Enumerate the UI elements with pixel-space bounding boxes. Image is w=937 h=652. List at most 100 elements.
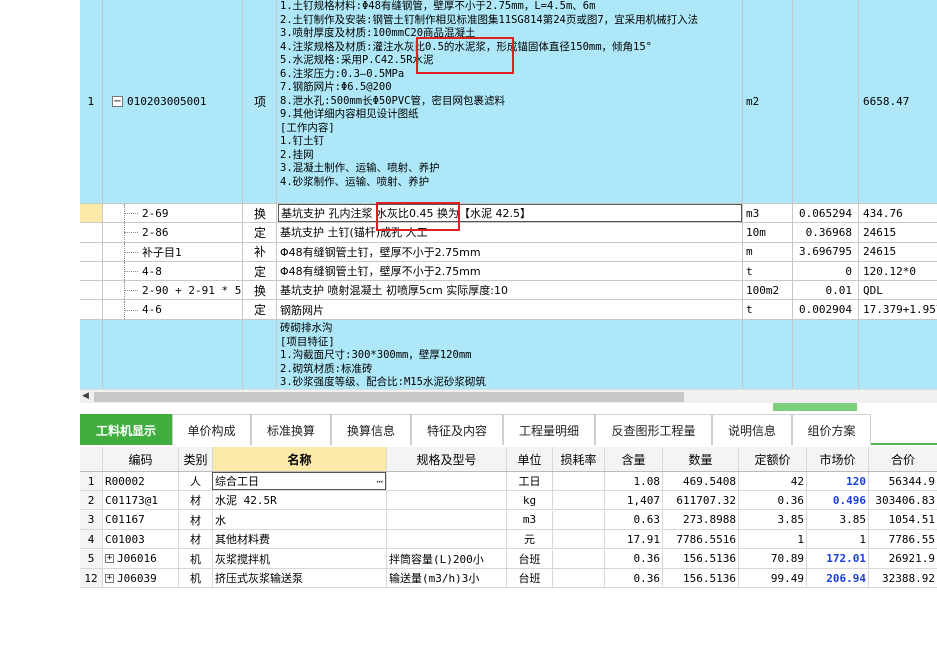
scroll-left-icon[interactable]: ◀ [82, 391, 92, 401]
upper-grid[interactable]: 1 − 010203005001 项 1.土钉规格材料:Φ48有缝钢管，壁厚不小… [80, 0, 937, 390]
table-row[interactable]: 4 C01003 材其他材料费 元 17.91 7786.5516 1 1 7786.55 [80, 530, 937, 550]
resource-code: + J06016 [102, 549, 178, 568]
resource-market-price[interactable]: 206.94 [806, 569, 868, 587]
header-name[interactable]: 名称 [212, 447, 386, 471]
table-row[interactable]: 12 + J06039 机 挤压式灰浆输送泵 输送量(m3/h)3小 台班 0.36 156.5… [80, 569, 937, 588]
horizontal-scrollbar[interactable]: ◀ [80, 389, 937, 403]
tab-standard-conversion[interactable]: 标准换算 [251, 414, 331, 445]
subitem-name[interactable]: 基坑支护 喷射混凝土 初喷厚5cm 实际厚度:10 [278, 281, 742, 299]
subitem-price: 17.379+1.957 [863, 303, 937, 317]
item-code: 010203005001 [127, 95, 207, 108]
item-type: 项 [253, 95, 266, 109]
subitem-name[interactable]: Φ48有缝钢管土钉，壁厚不小于2.75mm [278, 262, 742, 280]
resource-quantity-text: 611707.32 [676, 493, 736, 507]
subitem-row[interactable]: 补子目1 补 Φ48有缝钢管土钉，壁厚不小于2.75mm m 3.696795 24615 [80, 242, 937, 262]
subitem-name[interactable]: 基坑支护 孔内注浆 水灰比0.45 换为【水泥 42.5】 [278, 204, 742, 223]
subitem-quantity: 0.002904 [799, 303, 852, 317]
row-selector[interactable] [80, 204, 102, 223]
subitem-row[interactable]: 2-90 + 2-91 * 5 换基坑支护 喷射混凝土 初喷厚5cm 实际厚度:1… [80, 281, 937, 301]
tab-unit-price-composition[interactable]: 单价构成 [172, 414, 251, 445]
resource-loss-rate [552, 491, 604, 510]
table-row[interactable]: 1 R00002 人 综合工日 ⋯ 工日 1.08 469.5408 42 120 56344.9 [80, 472, 937, 491]
resource-base-price-text: 42 [790, 474, 804, 488]
resource-category-text: 人 [190, 475, 201, 488]
subitem-row[interactable]: 2-69 换基坑支护 孔内注浆 水灰比0.45 换为【水泥 42.5】 m3 0.06… [80, 204, 937, 224]
tab-conversion-info[interactable]: 换算信息 [331, 414, 411, 445]
tab-pricing-scheme[interactable]: 组价方案 [792, 414, 871, 445]
item-description-2[interactable]: 砖砌排水沟 [项目特征] 1.沟截面尺寸:300*300mm，壁厚120mm 2.砌筑… [278, 322, 743, 390]
resource-name[interactable]: 水 [212, 510, 386, 529]
table-row[interactable]: 2 C01173@1 材水泥 42.5R kg 1,407 611707.32 0.36 0.… [80, 491, 937, 511]
row-number: 12 [80, 569, 102, 587]
tab-description-info[interactable]: 说明信息 [712, 414, 792, 445]
resource-market-price[interactable]: 1 [806, 530, 868, 549]
resource-name[interactable]: 其他材料费 [212, 530, 386, 549]
resource-category-text: 材 [190, 494, 201, 508]
tab-labor-material-machine[interactable]: 工料机显示 [80, 414, 172, 445]
table-row[interactable]: 3 C01167 材水 m3 0.63 273.8988 3.85 3.85 1054.51 [80, 510, 937, 530]
header-loss-rate[interactable]: 损耗率 [552, 447, 604, 471]
header-spec[interactable]: 规格及型号 [386, 447, 506, 471]
ellipsis-button-icon[interactable]: ⋯ [376, 475, 383, 488]
resource-code: C01167 [102, 510, 178, 529]
subitem-row[interactable]: 2-86 定基坑支护 土钉(锚杆)成孔 人工 10m 0.36968 24615 [80, 223, 937, 243]
header-unit[interactable]: 单位 [506, 447, 552, 471]
resource-total-text: 1054.51 [888, 513, 935, 527]
subitem-code: 4-8 [142, 264, 162, 278]
resource-name-text: 灰浆搅拌机 [215, 552, 270, 566]
header-total[interactable]: 合价 [868, 447, 937, 471]
resource-category: 机 [178, 569, 212, 587]
subitem-name[interactable]: 基坑支护 土钉(锚杆)成孔 人工 [278, 223, 742, 241]
header-content[interactable]: 含量 [604, 447, 662, 471]
subitem-row[interactable]: 4-8 定 Φ48有缝钢管土钉，壁厚不小于2.75mm t 0 120.12*0 [80, 261, 937, 282]
grid-row-item-2[interactable]: 砖砌排水沟 [项目特征] 1.沟截面尺寸:300*300mm，壁厚120mm 2.砌筑… [80, 320, 937, 390]
grid-row-item-1[interactable]: 1 − 010203005001 项 1.土钉规格材料:Φ48有缝钢管，壁厚不小… [80, 0, 937, 204]
description-line: 9.其他详细内容相见设计图纸 [280, 108, 419, 120]
resource-name[interactable]: 水泥 42.5R [212, 491, 386, 510]
subitem-row[interactable]: 4-6 定钢筋网片 t 0.002904 17.379+1.957 [80, 300, 937, 320]
tree-connector [124, 309, 138, 311]
resource-quantity-text: 156.5136 [683, 571, 736, 585]
resource-quantity: 469.5408 [662, 472, 738, 490]
tab-quantity-details[interactable]: 工程量明细 [503, 414, 595, 445]
resource-market-price[interactable]: 120 [806, 472, 868, 490]
resource-name[interactable]: 综合工日 ⋯ [212, 472, 386, 490]
header-rownum [80, 447, 102, 471]
header-code[interactable]: 编码 [102, 447, 178, 471]
subitem-unit: 100m2 [746, 283, 780, 297]
header-market-price[interactable]: 市场价 [806, 447, 868, 471]
resource-market-price[interactable]: 0.496 [806, 491, 868, 510]
resource-quantity-text: 469.5408 [683, 474, 736, 488]
tree-connector [124, 290, 138, 292]
resource-content: 0.36 [604, 549, 662, 568]
resource-category: 机 [178, 549, 212, 568]
header-quantity[interactable]: 数量 [662, 447, 738, 471]
scroll-thumb[interactable] [94, 392, 684, 402]
header-base-price[interactable]: 定额价 [738, 447, 806, 471]
tab-reverse-check-quantity[interactable]: 反查图形工程量 [595, 414, 712, 445]
resource-market-price[interactable]: 172.01 [806, 549, 868, 568]
expand-icon[interactable]: + [105, 573, 114, 583]
resource-quantity: 156.5136 [662, 569, 738, 587]
app-window: 1 − 010203005001 项 1.土钉规格材料:Φ48有缝钢管，壁厚不小… [0, 0, 937, 652]
subitem-type: 定 [253, 264, 266, 279]
item-code-cell[interactable]: − 010203005001 [112, 0, 242, 203]
subitem-unit: m3 [746, 206, 760, 220]
resource-market-price[interactable]: 3.85 [806, 510, 868, 529]
resource-name[interactable]: 灰浆搅拌机 [212, 549, 386, 568]
resource-code-text: C01167 [105, 513, 145, 527]
expand-icon[interactable]: + [105, 554, 114, 564]
collapse-icon[interactable]: − [112, 96, 123, 107]
tab-features-content[interactable]: 特征及内容 [411, 414, 503, 445]
header-category[interactable]: 类别 [178, 447, 212, 471]
table-row[interactable]: 5 + J06016 机灰浆搅拌机 拌筒容量(L)200小 台班 0.36 156.5136 7… [80, 549, 937, 569]
panel-splitter-handle[interactable] [773, 403, 857, 411]
item-description[interactable]: 1.土钉规格材料:Φ48有缝钢管，壁厚不小于2.75mm，L=4.5m、6m 2.… [278, 0, 743, 189]
resource-category: 材 [178, 491, 212, 510]
resource-content-text: 1.08 [633, 474, 661, 488]
resource-name[interactable]: 挤压式灰浆输送泵 [212, 569, 386, 587]
resource-base-price-text: 99.49 [770, 571, 804, 585]
subitem-name[interactable]: 钢筋网片 [278, 301, 742, 319]
subitem-name[interactable]: Φ48有缝钢管土钉，壁厚不小于2.75mm [278, 243, 742, 261]
description-line: 8.泄水孔:500mm长Φ50PVC管，密目网包裹滤料 [280, 94, 506, 107]
